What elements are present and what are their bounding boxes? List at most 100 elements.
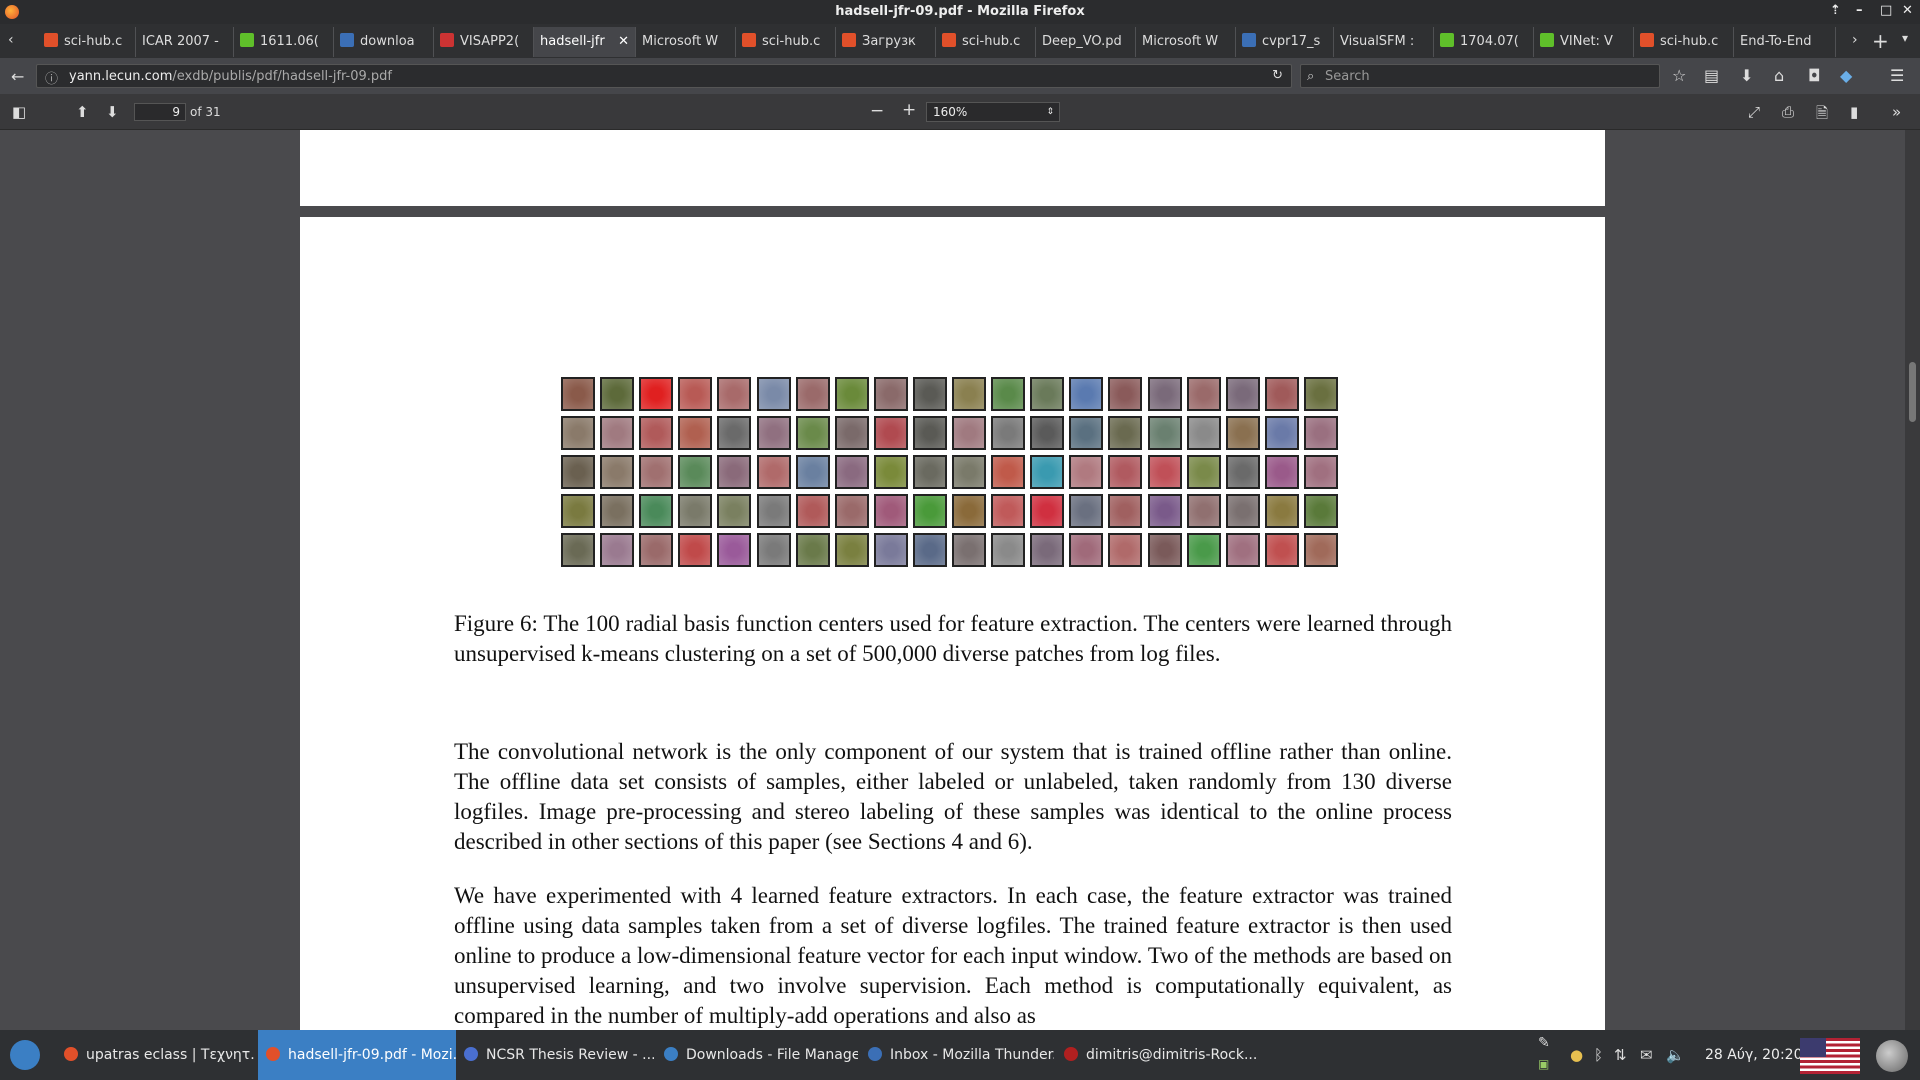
tab-favicon-icon — [842, 33, 856, 47]
tab-item[interactable]: downloa — [334, 27, 434, 57]
volume-icon[interactable]: 🔈 — [1666, 1046, 1685, 1064]
reading-list-icon[interactable]: ▤ — [1704, 66, 1719, 85]
tab-item[interactable]: End-To-End — [1734, 27, 1836, 57]
pdf-toolbar: ◧ ⬆ ⬇ 9 of 31 − + 160% ⇕ ⤢ ⎙ 🗎 ▮ » — [0, 94, 1920, 130]
next-page-icon[interactable]: ⬇ — [106, 103, 119, 121]
user-avatar[interactable] — [1876, 1040, 1908, 1072]
close-window-button[interactable]: ✕ — [1902, 3, 1913, 18]
url-path: /exdb/publis/pdf/hadsell-jfr-09.pdf — [172, 69, 393, 84]
tab-item[interactable]: 1704.07( — [1434, 27, 1534, 57]
zoom-value: 160% — [933, 105, 968, 119]
tab-item[interactable]: Deep_VO.pd — [1036, 27, 1136, 57]
extension-icon[interactable]: ◆ — [1840, 66, 1852, 85]
search-input[interactable]: ⌕ Search — [1300, 64, 1660, 88]
start-menu-icon[interactable] — [10, 1040, 40, 1070]
tab-label: downloa — [360, 34, 415, 49]
pdf-viewer[interactable]: Figure 6: The 100 radial basis function … — [0, 130, 1920, 1030]
back-button[interactable]: ← — [11, 67, 24, 86]
maximize-button[interactable]: □ — [1880, 3, 1892, 18]
reload-icon[interactable]: ↻ — [1272, 68, 1283, 83]
weather-icon[interactable]: ● — [1570, 1046, 1583, 1064]
tab-item[interactable]: VINet: V — [1534, 27, 1634, 57]
rbf-center-patch — [1030, 455, 1065, 489]
bookmark-star-icon[interactable]: ☆ — [1672, 66, 1686, 85]
rbf-center-patch — [561, 533, 595, 567]
tab-label: sci-hub.c — [64, 34, 123, 49]
zoom-out-button[interactable]: − — [870, 101, 884, 121]
zoom-in-button[interactable]: + — [902, 100, 916, 120]
tab-label: VINet: V — [1560, 34, 1613, 49]
tab-item[interactable]: ICAR 2007 - — [136, 27, 234, 57]
home-icon[interactable]: ⌂ — [1774, 66, 1784, 85]
tab-item[interactable]: sci-hub.c — [1634, 27, 1734, 57]
tab-scroll-right-icon[interactable]: › — [1852, 32, 1858, 48]
rbf-center-patch — [678, 377, 713, 411]
pocket-icon[interactable]: ◘ — [1808, 66, 1821, 85]
tab-item[interactable]: Microsoft W — [1136, 27, 1236, 57]
bookmark-icon[interactable]: ▮ — [1850, 103, 1858, 121]
rbf-center-patch — [1108, 455, 1143, 489]
tab-label: sci-hub.c — [962, 34, 1021, 49]
tab-label: Microsoft W — [1142, 34, 1219, 49]
tab-item[interactable]: hadsell-jfr ✕ — [534, 27, 636, 57]
taskbar-item-label: Inbox - Mozilla Thunder... — [890, 1047, 1054, 1063]
taskbar-item[interactable]: Downloads - File Manager — [656, 1030, 858, 1080]
tab-item[interactable]: sci-hub.c — [936, 27, 1036, 57]
rbf-center-patch — [1225, 455, 1260, 489]
tab-scroll-left-icon[interactable]: ‹ — [8, 32, 14, 48]
vertical-scrollbar[interactable] — [1905, 130, 1920, 1030]
tab-label: cvpr17_s — [1262, 34, 1321, 49]
rbf-center-patch — [1069, 455, 1104, 489]
tab-item[interactable]: cvpr17_s — [1236, 27, 1334, 57]
close-tab-icon[interactable]: ✕ — [618, 27, 629, 57]
presentation-mode-icon[interactable]: ⤢ — [1748, 103, 1760, 121]
taskbar-item[interactable]: dimitris@dimitris-Rock... — [1056, 1030, 1256, 1080]
page-number-input[interactable]: 9 — [134, 103, 186, 121]
tools-icon[interactable]: » — [1892, 103, 1901, 121]
taskbar-item[interactable]: upatras eclass | Τεχνητ... — [56, 1030, 256, 1080]
tab-item[interactable]: VisualSFM : — [1334, 27, 1434, 57]
bluetooth-icon[interactable]: ᛒ — [1594, 1046, 1603, 1064]
taskbar-item[interactable]: hadsell-jfr-09.pdf - Mozi... — [258, 1030, 456, 1080]
info-icon[interactable]: ⓘ — [45, 68, 58, 87]
keep-above-icon[interactable]: ⇡ — [1830, 3, 1841, 18]
tab-item[interactable]: VISAPP2( — [434, 27, 534, 57]
save-icon[interactable]: 🗎 — [1816, 103, 1828, 128]
scrollbar-thumb[interactable] — [1909, 362, 1916, 422]
network-icon[interactable]: ⇅ — [1614, 1046, 1627, 1064]
taskbar-item[interactable]: NCSR Thesis Review - ... — [456, 1030, 654, 1080]
zoom-select[interactable]: 160% ⇕ — [926, 102, 1060, 122]
downloads-icon[interactable]: ⬇ — [1740, 66, 1753, 85]
rbf-center-patch — [912, 416, 947, 450]
rbf-center-patch — [678, 455, 713, 489]
rbf-center-patch — [600, 416, 635, 450]
rbf-center-patch — [991, 377, 1026, 411]
rbf-center-patch — [639, 416, 674, 450]
previous-page-icon[interactable]: ⬆ — [76, 103, 89, 121]
taskbar-item[interactable]: Inbox - Mozilla Thunder... — [860, 1030, 1054, 1080]
all-tabs-icon[interactable]: ▾ — [1902, 31, 1908, 45]
notes-icon[interactable]: ✎ — [1538, 1035, 1550, 1051]
rbf-center-patch — [1264, 416, 1299, 450]
menu-icon[interactable]: ☰ — [1890, 66, 1904, 85]
rbf-center-patch — [1069, 494, 1104, 528]
keyboard-layout-flag-icon[interactable] — [1800, 1038, 1860, 1074]
clipboard-icon[interactable]: ▣ — [1538, 1057, 1549, 1071]
new-tab-button[interactable]: + — [1872, 29, 1889, 53]
mail-icon[interactable]: ✉ — [1640, 1046, 1653, 1064]
url-bar[interactable]: ⓘ yann.lecun.com/exdb/publis/pdf/hadsell… — [36, 64, 1292, 88]
tab-favicon-icon — [440, 33, 454, 47]
minimize-button[interactable]: – — [1856, 3, 1863, 18]
rbf-center-patch — [1030, 533, 1065, 567]
rbf-center-patch — [1147, 533, 1182, 567]
tab-label: Deep_VO.pd — [1042, 34, 1122, 49]
tab-item[interactable]: sci-hub.c — [38, 27, 136, 57]
print-icon[interactable]: ⎙ — [1782, 103, 1794, 121]
rbf-center-patch — [834, 494, 869, 528]
tab-item[interactable]: Microsoft W — [636, 27, 736, 57]
tab-item[interactable]: Загрузк — [836, 27, 936, 57]
sidebar-toggle-icon[interactable]: ◧ — [12, 103, 26, 121]
clock[interactable]: 28 Αύγ, 20:20 — [1705, 1047, 1802, 1063]
tab-item[interactable]: 1611.06( — [234, 27, 334, 57]
tab-item[interactable]: sci-hub.c — [736, 27, 836, 57]
